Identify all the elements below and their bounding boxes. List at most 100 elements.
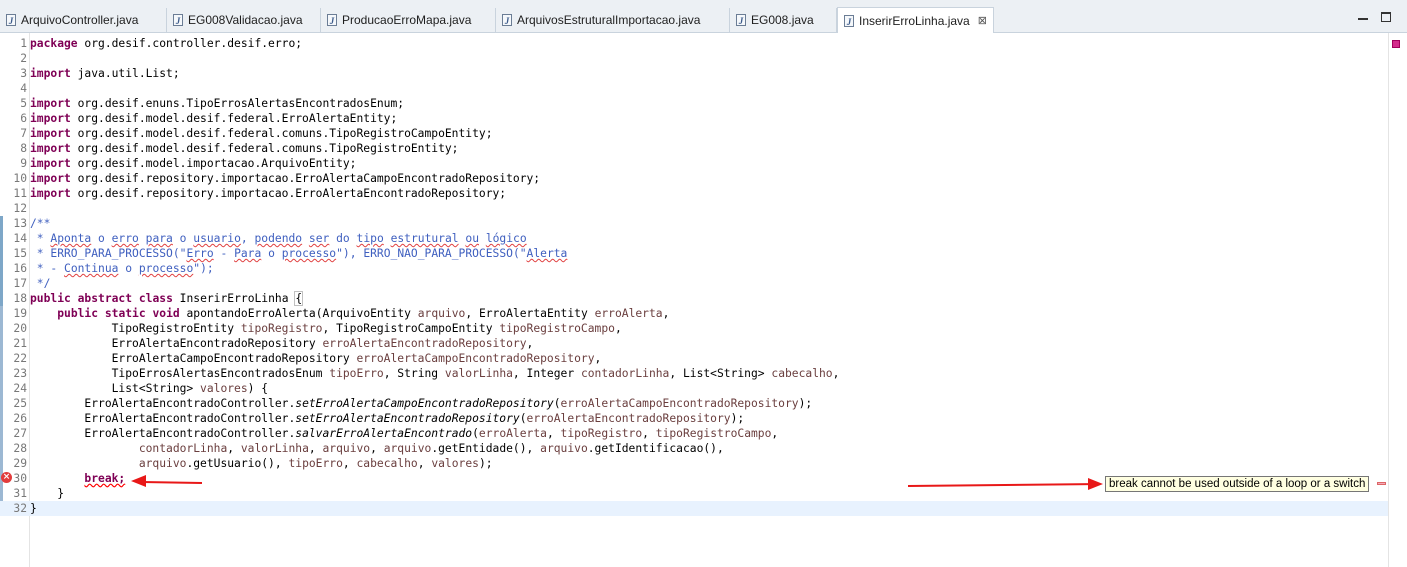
code-line[interactable]: 14 * Aponta o erro para o usuario, poden… bbox=[0, 231, 1388, 246]
minimize-icon[interactable] bbox=[1358, 14, 1368, 20]
line-number: 24 bbox=[13, 382, 27, 395]
code-token: void bbox=[152, 307, 180, 320]
code-line[interactable]: 16 * - Continua o processo"); bbox=[0, 261, 1388, 276]
line-number: 8 bbox=[20, 142, 27, 155]
code-line[interactable]: 18 public abstract class InserirErroLinha… bbox=[0, 291, 1388, 306]
tab-arquivocontroller[interactable]: J ArquivoController.java bbox=[0, 8, 167, 32]
code-line[interactable]: 32} bbox=[0, 501, 1388, 516]
code-token: class bbox=[138, 292, 173, 305]
code-token: InserirErroLinha bbox=[172, 292, 296, 305]
tab-inserirerrolinha[interactable]: J InserirErroLinha.java ⊠ bbox=[837, 7, 994, 33]
error-marker-icon[interactable]: × bbox=[1, 472, 12, 483]
code-token: , bbox=[370, 442, 384, 455]
code-line[interactable]: 8 import org.desif.model.desif.federal.co… bbox=[0, 141, 1388, 156]
code-token: org.desif.controller.desif.erro; bbox=[77, 37, 303, 50]
code-token: Aponta bbox=[50, 232, 92, 245]
code-line[interactable]: 20 TipoRegistroEntity tipoRegistro, Tipo… bbox=[0, 321, 1388, 336]
line-number: 32 bbox=[13, 502, 27, 515]
code-token: , TipoRegistroCampoEntity bbox=[322, 322, 500, 335]
code-line[interactable]: 29 arquivo.getUsuario(), tipoErro, cabec… bbox=[0, 456, 1388, 471]
code-line[interactable]: 10 import org.desif.repository.importacao… bbox=[0, 171, 1388, 186]
code-text: } bbox=[30, 501, 37, 516]
code-line[interactable]: 17 */ bbox=[0, 276, 1388, 291]
line-number: 17 bbox=[13, 277, 27, 290]
tab-eg008[interactable]: J EG008.java bbox=[730, 8, 837, 32]
code-token: org.desif.model.desif.federal.comuns.Tip… bbox=[70, 127, 493, 140]
maximize-icon[interactable] bbox=[1381, 12, 1391, 22]
code-line[interactable]: 11 import org.desif.repository.importacao… bbox=[0, 186, 1388, 201]
code-line[interactable]: 12 bbox=[0, 201, 1388, 216]
code-token: o bbox=[91, 232, 112, 245]
code-token: ( bbox=[553, 397, 561, 410]
code-token: tipoRegistro bbox=[240, 322, 323, 335]
code-token: */ bbox=[30, 277, 51, 290]
code-line[interactable]: 19 public static void apontandoErroAlert… bbox=[0, 306, 1388, 321]
line-number: 26 bbox=[13, 412, 27, 425]
code-token: ); bbox=[478, 457, 493, 470]
code-line[interactable]: 24 List<String> valores) { bbox=[0, 381, 1388, 396]
overview-ruler[interactable] bbox=[1388, 33, 1407, 567]
close-tab-icon[interactable]: ⊠ bbox=[978, 14, 987, 27]
code-token: erroAlerta bbox=[594, 307, 663, 320]
java-file-icon: J bbox=[327, 14, 337, 26]
code-line[interactable]: 22 ErroAlertaCampoEncontradoRepository e… bbox=[0, 351, 1388, 366]
code-line[interactable]: 27 ErroAlertaEncontradoController.salvar… bbox=[0, 426, 1388, 441]
line-number: 2 bbox=[20, 52, 27, 65]
code-token: , bbox=[662, 307, 670, 320]
code-token: , bbox=[227, 442, 241, 455]
code-line[interactable]: 2 bbox=[0, 51, 1388, 66]
code-token: .getEntidade(), bbox=[431, 442, 541, 455]
tab-eg008validacao[interactable]: J EG008Validacao.java bbox=[167, 8, 321, 32]
code-token: "); bbox=[193, 262, 214, 275]
code-token: tipoRegistroCampo bbox=[655, 427, 772, 440]
code-line[interactable]: 28 contadorLinha, valorLinha, arquivo, a… bbox=[0, 441, 1388, 456]
code-line[interactable]: 7 import org.desif.model.desif.federal.co… bbox=[0, 126, 1388, 141]
tab-label: EG008.java bbox=[751, 13, 814, 27]
tab-producaoerromapa[interactable]: J ProducaoErroMapa.java bbox=[321, 8, 496, 32]
code-token: org.desif.model.desif.federal.comuns.Tip… bbox=[70, 142, 459, 155]
code-line[interactable]: 6 import org.desif.model.desif.federal.Er… bbox=[0, 111, 1388, 126]
code-token: { bbox=[294, 291, 304, 306]
code-line[interactable]: 26 ErroAlertaEncontradoController.setErr… bbox=[0, 411, 1388, 426]
code-token: - bbox=[213, 247, 235, 260]
error-ruler-marker[interactable] bbox=[1377, 482, 1386, 485]
code-line[interactable]: 1 package org.desif.controller.desif.erro… bbox=[0, 36, 1388, 51]
code-token: erro bbox=[111, 232, 139, 245]
code-token: do bbox=[329, 232, 357, 245]
code-token: , bbox=[594, 352, 602, 365]
code-token: estrutural bbox=[390, 232, 459, 245]
code-line[interactable]: 5 import org.desif.enuns.TipoErrosAlertas… bbox=[0, 96, 1388, 111]
line-number: 12 bbox=[13, 202, 27, 215]
code-text: package org.desif.controller.desif.erro; bbox=[30, 36, 302, 51]
line-number: 9 bbox=[20, 157, 27, 170]
code-line[interactable]: 23 TipoErrosAlertasEncontradosEnum tipoE… bbox=[0, 366, 1388, 381]
code-line[interactable]: 15 * ERRO_PARA_PROCESSO("Erro - Para o p… bbox=[0, 246, 1388, 261]
code-line[interactable]: 13/** bbox=[0, 216, 1388, 231]
code-token: ErroAlertaEncontradoController. bbox=[30, 412, 296, 425]
code-token: erroAlertaEncontradoRepository bbox=[322, 337, 527, 350]
code-token: import bbox=[30, 142, 71, 155]
code-token: , bbox=[832, 367, 840, 380]
code-token: , bbox=[526, 337, 534, 350]
code-text: TipoErrosAlertasEncontradosEnum tipoErro… bbox=[30, 366, 840, 381]
tab-arquivosestruturalimportacao[interactable]: J ArquivosEstruturalImportacao.java bbox=[496, 8, 730, 32]
code-token: tipo bbox=[356, 232, 384, 245]
java-file-icon: J bbox=[502, 14, 512, 26]
error-summary-marker[interactable] bbox=[1392, 40, 1400, 48]
code-token: Para bbox=[234, 247, 262, 260]
code-token: * bbox=[30, 232, 51, 245]
code-line[interactable]: 25 ErroAlertaEncontradoController.setErr… bbox=[0, 396, 1388, 411]
code-line[interactable]: 3 import java.util.List; bbox=[0, 66, 1388, 81]
code-token: package bbox=[30, 37, 78, 50]
error-tooltip: break cannot be used outside of a loop o… bbox=[1105, 476, 1370, 492]
code-line[interactable]: 4 bbox=[0, 81, 1388, 96]
arrow-head-left-icon bbox=[131, 475, 146, 487]
code-line[interactable]: 21 ErroAlertaEncontradoRepository erroAl… bbox=[0, 336, 1388, 351]
code-line[interactable]: 9 import org.desif.model.importacao.Arqui… bbox=[0, 156, 1388, 171]
line-number: 28 bbox=[13, 442, 27, 455]
code-token: import bbox=[30, 157, 71, 170]
code-token: arquivo bbox=[322, 442, 371, 455]
